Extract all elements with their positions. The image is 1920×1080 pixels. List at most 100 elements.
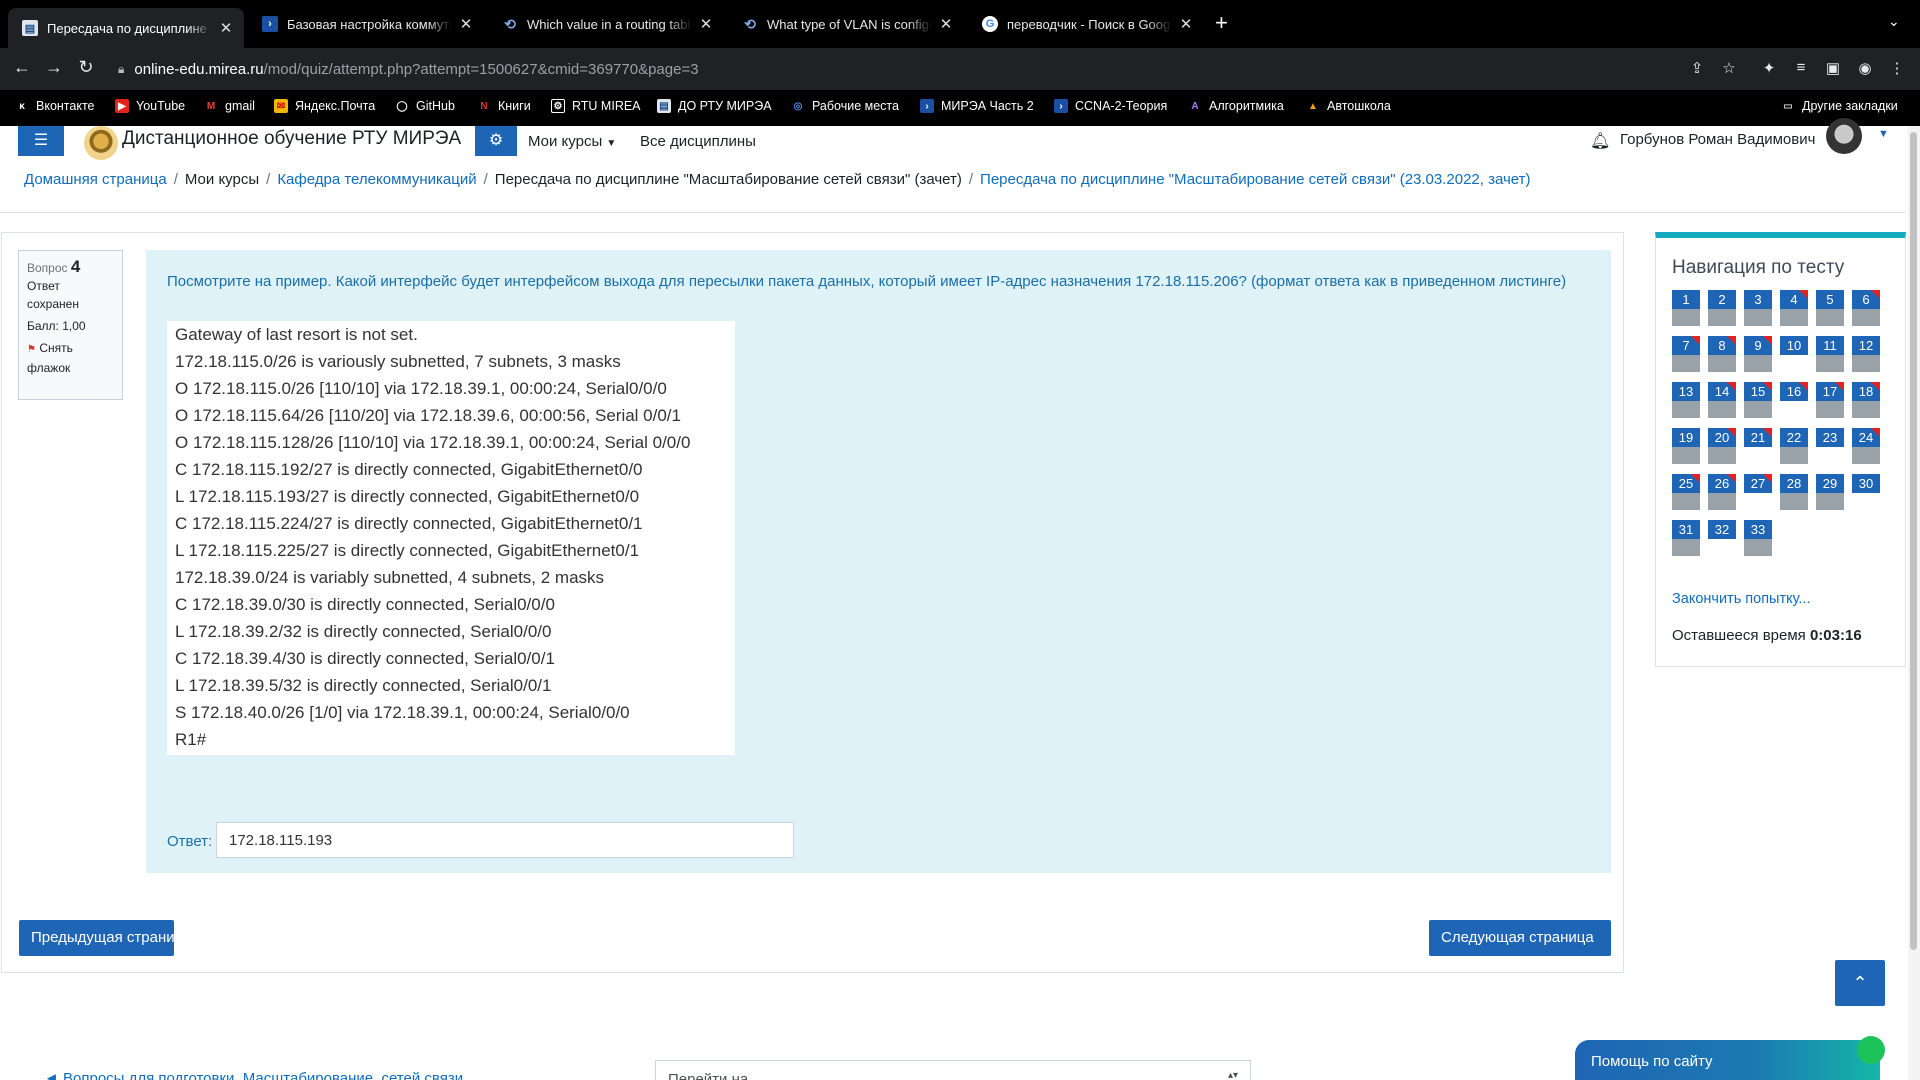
extensions-icon[interactable]: ✦ bbox=[1759, 59, 1779, 77]
answered-state-bar bbox=[1852, 309, 1880, 326]
quiz-nav-question-14[interactable]: 14 bbox=[1708, 382, 1736, 418]
quiz-nav-question-31[interactable]: 31 bbox=[1672, 520, 1700, 556]
bookmark-yandex-mail[interactable]: ✉ Яндекс.Почта bbox=[274, 99, 375, 113]
site-help-button[interactable]: Помощь по сайту bbox=[1575, 1036, 1885, 1080]
quiz-nav-question-32[interactable]: 32 bbox=[1708, 520, 1736, 556]
close-tab-icon[interactable]: ✕ bbox=[938, 15, 954, 33]
bookmark-rtu-mirea[interactable]: ⚙ RTU MIREA bbox=[551, 99, 641, 113]
quiz-nav-question-17[interactable]: 17 bbox=[1816, 382, 1844, 418]
quiz-nav-question-16[interactable]: 16 bbox=[1780, 382, 1808, 418]
scrollbar-thumb[interactable] bbox=[1910, 132, 1917, 950]
scroll-to-top-button[interactable]: ⌃ bbox=[1835, 960, 1885, 1006]
quiz-nav-question-21[interactable]: 21 bbox=[1744, 428, 1772, 464]
quiz-nav-question-3[interactable]: 3 bbox=[1744, 290, 1772, 326]
listing-line: O 172.18.115.128/26 [110/10] via 172.18.… bbox=[175, 433, 691, 452]
browser-tab-1[interactable]: ▤ Пересдача по дисциплине "Масштабирован… bbox=[8, 8, 244, 48]
quiz-nav-question-33[interactable]: 33 bbox=[1744, 520, 1772, 556]
bookmark-youtube[interactable]: ▶ YouTube bbox=[115, 99, 185, 113]
answer-input[interactable] bbox=[216, 822, 794, 858]
quiz-nav-question-20[interactable]: 20 bbox=[1708, 428, 1736, 464]
close-tab-icon[interactable]: ✕ bbox=[1178, 15, 1194, 33]
avatar[interactable] bbox=[1826, 118, 1862, 154]
menu-icon[interactable]: ☰ bbox=[18, 126, 64, 156]
quiz-nav-question-29[interactable]: 29 bbox=[1816, 474, 1844, 510]
tab-title: переводчик - Поиск в Google bbox=[1007, 16, 1172, 32]
lock-icon: 🔒︎ bbox=[118, 61, 125, 76]
quiz-nav-question-1[interactable]: 1 bbox=[1672, 290, 1700, 326]
page-scrollbar[interactable] bbox=[1908, 126, 1920, 1080]
notification-bell-icon[interactable]: 🔔︎ bbox=[1590, 131, 1610, 151]
quiz-nav-question-7[interactable]: 7 bbox=[1672, 336, 1700, 372]
new-tab-button[interactable]: + bbox=[1215, 10, 1228, 36]
flag-corner-icon bbox=[1763, 336, 1772, 345]
site-name[interactable]: Дистанционное обучение РТУ МИРЭА bbox=[122, 128, 461, 150]
my-courses-menu[interactable]: Мои курсы ▼ bbox=[528, 133, 616, 150]
quiz-nav-question-9[interactable]: 9 bbox=[1744, 336, 1772, 372]
quiz-nav-question-27[interactable]: 27 bbox=[1744, 474, 1772, 510]
more-menu-icon[interactable]: ⋮ bbox=[1887, 59, 1907, 77]
quiz-nav-question-13[interactable]: 13 bbox=[1672, 382, 1700, 418]
bookmark-star-icon[interactable]: ☆ bbox=[1719, 59, 1739, 77]
url-bar[interactable]: 🔒︎ online-edu.mirea.ru /mod/quiz/attempt… bbox=[118, 55, 1658, 83]
bookmark-books[interactable]: N Книги bbox=[477, 99, 530, 113]
quiz-nav-question-6[interactable]: 6 bbox=[1852, 290, 1880, 326]
quiz-nav-question-11[interactable]: 11 bbox=[1816, 336, 1844, 372]
breadcrumb-home[interactable]: Домашняя страница bbox=[24, 171, 167, 188]
profile-icon[interactable]: ◉ bbox=[1855, 59, 1875, 77]
quiz-nav-question-24[interactable]: 24 bbox=[1852, 428, 1880, 464]
quiz-nav-question-2[interactable]: 2 bbox=[1708, 290, 1736, 326]
flag-corner-icon bbox=[1871, 290, 1880, 299]
quiz-nav-question-18[interactable]: 18 bbox=[1852, 382, 1880, 418]
quiz-nav-question-12[interactable]: 12 bbox=[1852, 336, 1880, 372]
quiz-nav-question-30[interactable]: 30 bbox=[1852, 474, 1880, 510]
reading-list-icon[interactable]: ≡ bbox=[1791, 59, 1811, 76]
quiz-nav-question-23[interactable]: 23 bbox=[1816, 428, 1844, 464]
bookmark-algoritmika[interactable]: A Алгоритмика bbox=[1188, 99, 1283, 113]
doc-icon: ▤ bbox=[657, 99, 671, 113]
share-icon[interactable]: ⇪ bbox=[1687, 59, 1707, 77]
quiz-nav-question-26[interactable]: 26 bbox=[1708, 474, 1736, 510]
bookmark-github[interactable]: ◯ GitHub bbox=[395, 99, 455, 113]
breadcrumb-department[interactable]: Кафедра телекоммуникаций bbox=[277, 171, 476, 188]
quiz-nav-question-25[interactable]: 25 bbox=[1672, 474, 1700, 510]
close-tab-icon[interactable]: ✕ bbox=[698, 15, 714, 33]
all-disciplines-link[interactable]: Все дисциплины bbox=[640, 133, 756, 150]
quiz-nav-question-10[interactable]: 10 bbox=[1780, 336, 1808, 372]
user-menu-caret-icon[interactable]: ▼ bbox=[1878, 128, 1889, 140]
close-tab-icon[interactable]: ✕ bbox=[218, 19, 234, 37]
quiz-nav-question-8[interactable]: 8 bbox=[1708, 336, 1736, 372]
next-page-button[interactable]: Следующая страница bbox=[1429, 920, 1611, 956]
quiz-nav-question-4[interactable]: 4 bbox=[1780, 290, 1808, 326]
bookmark-vk[interactable]: ᴋ Вконтакте bbox=[15, 99, 94, 113]
quiz-nav-question-19[interactable]: 19 bbox=[1672, 428, 1700, 464]
browser-tab-5[interactable]: G переводчик - Поиск в Google ✕ bbox=[968, 7, 1204, 41]
quiz-nav-question-22[interactable]: 22 bbox=[1780, 428, 1808, 464]
finish-attempt-link[interactable]: Закончить попытку... bbox=[1672, 591, 1811, 607]
breadcrumb-quiz[interactable]: Пересдача по дисциплине "Масштабирование… bbox=[980, 171, 1530, 188]
browser-tab-2[interactable]: › Базовая настройка коммутатора ✕ bbox=[248, 7, 484, 41]
quiz-nav-question-5[interactable]: 5 bbox=[1816, 290, 1844, 326]
previous-page-button[interactable]: Предыдущая страница bbox=[19, 920, 192, 956]
bookmark-gmail[interactable]: Mgmail bbox=[204, 99, 255, 113]
previous-activity-link[interactable]: ◄ Вопросы для подготовки. Масштабировани… bbox=[44, 1070, 463, 1080]
settings-gear-icon[interactable]: ⚙ bbox=[475, 126, 517, 156]
tab-search-chevron-icon[interactable]: ⌄ bbox=[1888, 13, 1900, 30]
forward-icon[interactable]: → bbox=[42, 57, 66, 78]
bookmark-ccna2[interactable]: › CCNA-2-Теория bbox=[1054, 99, 1167, 113]
quiz-nav-question-15[interactable]: 15 bbox=[1744, 382, 1772, 418]
user-name[interactable]: Горбунов Роман Вадимович bbox=[1620, 131, 1815, 148]
jump-to-select[interactable]: Перейти на... ▴▾ bbox=[655, 1060, 1251, 1080]
reload-icon[interactable]: ↻ bbox=[74, 57, 98, 78]
bookmark-mirea-part2[interactable]: › МИРЭА Часть 2 bbox=[920, 99, 1034, 113]
bookmark-driving-school[interactable]: ▲ Автошкола bbox=[1306, 99, 1391, 113]
back-icon[interactable]: ← bbox=[10, 57, 34, 78]
close-tab-icon[interactable]: ✕ bbox=[458, 15, 474, 33]
side-panel-icon[interactable]: ▣ bbox=[1823, 59, 1843, 77]
flag-toggle[interactable]: ⚑ Снять флажок bbox=[27, 339, 114, 377]
quiz-nav-question-28[interactable]: 28 bbox=[1780, 474, 1808, 510]
bookmark-workplaces[interactable]: ◎ Рабочие места bbox=[791, 99, 899, 113]
browser-tab-3[interactable]: ⟲ Which value in a routing table represe… bbox=[488, 7, 724, 41]
bookmark-other[interactable]: ▭ Другие закладки bbox=[1781, 99, 1898, 113]
bookmark-do-rtu[interactable]: ▤ ДО РТУ МИРЭА bbox=[657, 99, 772, 113]
browser-tab-4[interactable]: ⟲ What type of VLAN is configured ✕ bbox=[728, 7, 964, 41]
